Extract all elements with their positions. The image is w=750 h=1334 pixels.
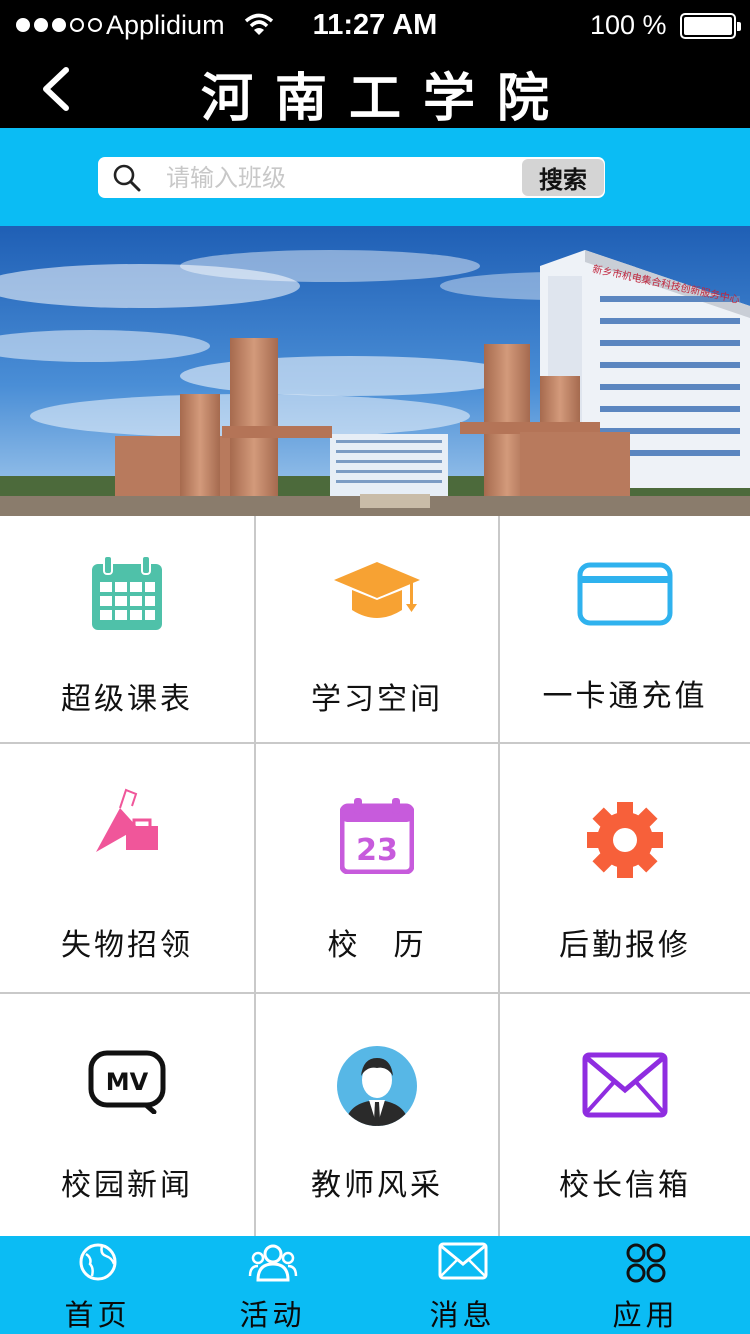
grid-item-label: 后勤报修 <box>559 928 691 963</box>
grid-item-teacher-showcase[interactable]: 教师风采 <box>256 994 500 1236</box>
grid-item-label: 校园新闻 <box>61 1168 193 1203</box>
search-box: 搜索 <box>98 157 605 198</box>
tab-label: 应用 <box>612 1298 679 1332</box>
search-button[interactable]: 搜索 <box>522 159 604 196</box>
feature-grid: 超级课表 学习空间 一卡通充值 失物招领 23 校 历 后勤报修 MV 校园新闻… <box>0 516 750 1236</box>
grid-item-label: 校 历 <box>327 928 427 963</box>
envelope-icon <box>438 1242 487 1280</box>
battery-percent: 100 % <box>590 10 667 40</box>
status-bar: Applidium 11:27 AM 100 % <box>0 0 750 52</box>
grid-item-study-space[interactable]: 学习空间 <box>256 516 500 744</box>
tab-bar: 首页 活动 消息 应用 <box>0 1236 750 1334</box>
globe-icon <box>79 1243 116 1281</box>
calendar-day-number: 23 <box>356 833 398 868</box>
tab-apps[interactable]: 应用 <box>548 1236 743 1334</box>
tab-activities[interactable]: 活动 <box>175 1236 370 1334</box>
grid-item-label: 校长信箱 <box>559 1168 691 1203</box>
gear-icon <box>587 802 663 878</box>
grid-item-label: 一卡通充值 <box>542 679 708 714</box>
campus-banner-image: 新乡市机电集合科技创新服务中心 <box>0 226 750 516</box>
grid-item-school-calendar[interactable]: 23 校 历 <box>256 744 500 994</box>
grid-item-campus-news[interactable]: MV 校园新闻 <box>0 994 256 1236</box>
grid-item-label: 超级课表 <box>61 682 193 717</box>
tab-label: 活动 <box>239 1298 306 1332</box>
tab-label: 首页 <box>64 1298 131 1332</box>
people-icon <box>248 1244 297 1282</box>
calendar-23-icon: 23 <box>340 798 414 874</box>
calendar-grid-icon <box>92 556 162 630</box>
teacher-avatar-icon <box>337 1046 417 1126</box>
apps-icon <box>626 1243 665 1283</box>
grid-item-super-schedule[interactable]: 超级课表 <box>0 516 256 744</box>
mv-icon: MV <box>88 1050 166 1114</box>
battery-icon <box>680 13 741 39</box>
tab-messages[interactable]: 消息 <box>365 1236 560 1334</box>
top-bar: Applidium 11:27 AM 100 % 河南工学院 <box>0 0 750 129</box>
tab-label: 消息 <box>429 1298 496 1332</box>
page-title: 河南工学院 <box>200 68 571 129</box>
grid-item-lost-found[interactable]: 失物招领 <box>0 744 256 994</box>
graduation-cap-icon <box>334 562 420 618</box>
mv-badge-text: MV <box>106 1068 149 1096</box>
grid-item-repair[interactable]: 后勤报修 <box>500 744 750 994</box>
umbrella-bag-icon <box>96 788 158 852</box>
tab-home[interactable]: 首页 <box>0 1236 195 1334</box>
grid-item-label: 失物招领 <box>61 928 193 963</box>
grid-item-principal-mailbox[interactable]: 校长信箱 <box>500 994 750 1236</box>
card-icon <box>577 562 673 626</box>
grid-item-label: 学习空间 <box>311 682 443 717</box>
grid-item-card-recharge[interactable]: 一卡通充值 <box>500 516 750 744</box>
search-bar: 搜索 <box>0 128 750 226</box>
grid-item-label: 教师风采 <box>311 1168 443 1203</box>
search-icon <box>113 164 141 192</box>
envelope-icon <box>582 1052 668 1118</box>
